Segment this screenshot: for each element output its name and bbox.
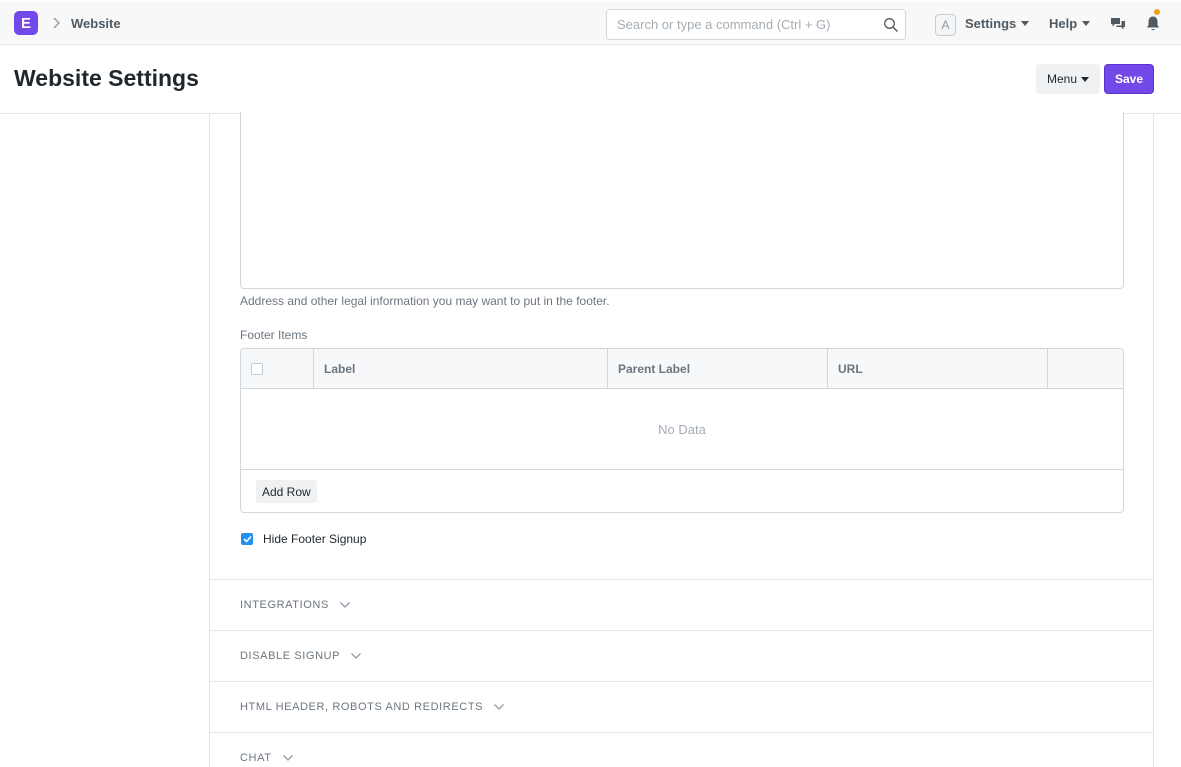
caret-down-icon bbox=[1021, 21, 1030, 26]
section-title: CHAT bbox=[240, 752, 272, 764]
chat-icon[interactable] bbox=[1110, 16, 1126, 32]
hide-footer-signup-field[interactable]: Hide Footer Signup bbox=[241, 532, 366, 546]
form-body: Address and other legal information you … bbox=[209, 112, 1154, 767]
hide-footer-signup-checkbox[interactable] bbox=[241, 533, 253, 545]
navbar: E Website A Settings Help bbox=[0, 2, 1181, 45]
menu-button-label: Menu bbox=[1046, 72, 1078, 86]
notification-dot bbox=[1154, 9, 1160, 15]
chevron-right-icon bbox=[53, 17, 60, 29]
chevron-down-icon bbox=[494, 704, 505, 710]
column-header-url: URL bbox=[828, 349, 1048, 389]
column-header-label: Label bbox=[314, 349, 608, 389]
section-title: INTEGRATIONS bbox=[240, 599, 329, 611]
section-title: HTML HEADER, ROBOTS AND REDIRECTS bbox=[240, 701, 484, 713]
chevron-down-icon bbox=[339, 602, 350, 608]
add-row-button[interactable]: Add Row bbox=[256, 480, 317, 503]
empty-state: No Data bbox=[241, 389, 1123, 470]
caret-down-icon bbox=[1081, 76, 1090, 82]
section-title: DISABLE SIGNUP bbox=[240, 650, 341, 662]
settings-label: Settings bbox=[965, 16, 1017, 31]
search-input[interactable] bbox=[617, 10, 877, 39]
column-header-parent-label: Parent Label bbox=[608, 349, 828, 389]
table-footer: Add Row bbox=[241, 470, 1123, 512]
hide-footer-signup-label: Hide Footer Signup bbox=[263, 532, 367, 546]
column-header-actions bbox=[1048, 349, 1123, 389]
section-integrations[interactable]: INTEGRATIONS bbox=[210, 579, 1153, 630]
section-html-header-robots-redirects[interactable]: HTML HEADER, ROBOTS AND REDIRECTS bbox=[210, 681, 1153, 732]
checkmark-icon bbox=[242, 535, 252, 543]
bell-icon[interactable] bbox=[1145, 15, 1161, 32]
search-bar bbox=[606, 9, 906, 40]
page-header: Website Settings Menu Save bbox=[0, 45, 1181, 114]
section-disable-signup[interactable]: DISABLE SIGNUP bbox=[210, 630, 1153, 681]
menu-button[interactable]: Menu bbox=[1036, 64, 1100, 94]
footer-items-label: Footer Items bbox=[240, 328, 308, 342]
avatar[interactable]: A bbox=[935, 14, 956, 36]
breadcrumb-website[interactable]: Website bbox=[71, 16, 121, 31]
footer-items-table: Label Parent Label URL No Data Add Row bbox=[240, 348, 1124, 513]
caret-down-icon bbox=[1082, 21, 1091, 26]
footer-address-editor[interactable] bbox=[240, 112, 1124, 289]
save-button[interactable]: Save bbox=[1104, 64, 1154, 94]
chevron-down-icon bbox=[282, 755, 293, 761]
help-label: Help bbox=[1049, 16, 1078, 31]
footer-address-help: Address and other legal information you … bbox=[240, 294, 610, 308]
page-title: Website Settings bbox=[14, 65, 199, 91]
section-chat[interactable]: CHAT bbox=[210, 732, 1153, 767]
select-all-checkbox[interactable] bbox=[251, 363, 263, 375]
search-icon[interactable] bbox=[883, 17, 899, 33]
chevron-down-icon bbox=[351, 653, 362, 659]
help-dropdown[interactable]: Help bbox=[1049, 16, 1091, 31]
app-logo[interactable]: E bbox=[14, 11, 38, 35]
table-header: Label Parent Label URL bbox=[241, 349, 1123, 389]
select-all-cell bbox=[241, 349, 314, 389]
settings-dropdown[interactable]: Settings bbox=[965, 16, 1030, 31]
